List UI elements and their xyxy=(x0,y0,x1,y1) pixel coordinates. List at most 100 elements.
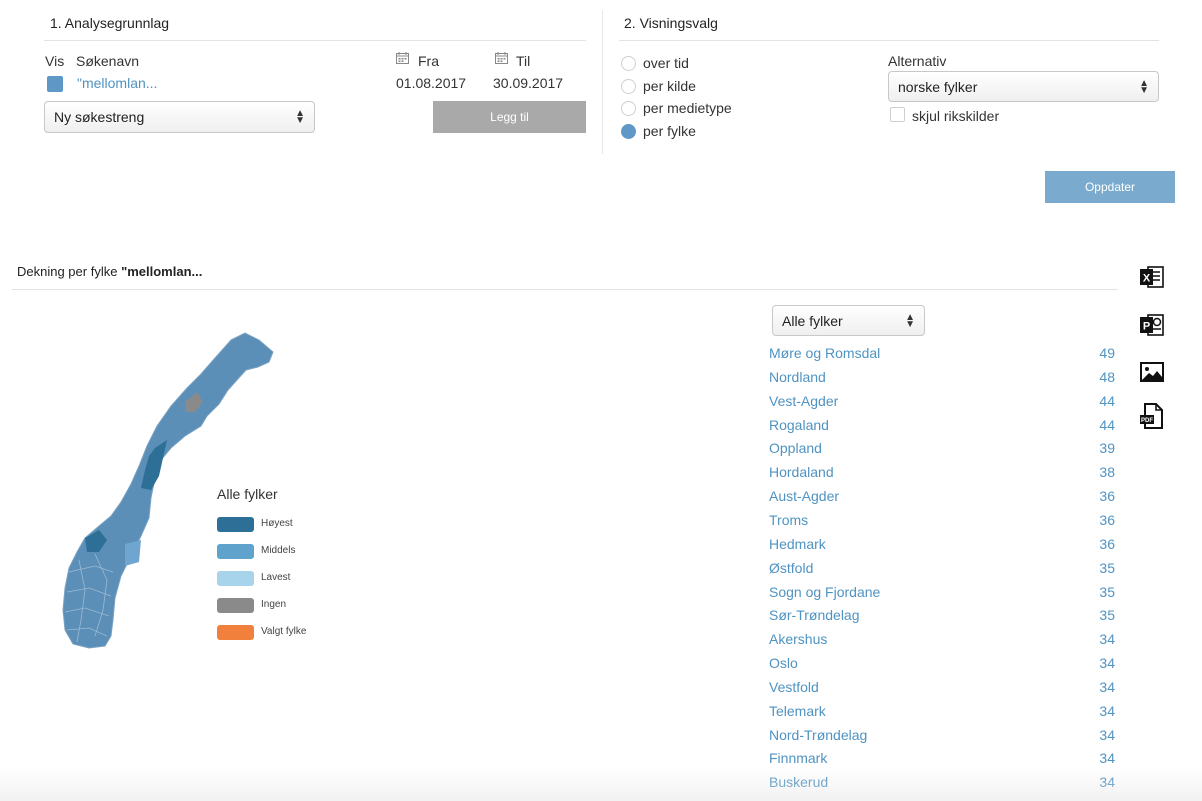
county-row[interactable]: Vest-Agder 44 xyxy=(769,393,1115,417)
county-name-link[interactable]: Sør-Trøndelag xyxy=(769,607,860,623)
svg-text:PDF: PDF xyxy=(1141,418,1153,424)
view-section-title: 2. Visningsvalg xyxy=(624,15,718,31)
powerpoint-icon[interactable]: P xyxy=(1139,312,1165,338)
county-count[interactable]: 35 xyxy=(1099,560,1115,576)
alternative-select-label: norske fylker xyxy=(898,78,978,95)
county-name-link[interactable]: Aust-Agder xyxy=(769,488,839,504)
hide-national-sources-label[interactable]: skjul rikskilder xyxy=(912,108,999,124)
county-row[interactable]: Hedmark 36 xyxy=(769,536,1115,560)
county-count[interactable]: 49 xyxy=(1099,345,1115,361)
to-column-label: Til xyxy=(516,53,531,69)
county-count[interactable]: 39 xyxy=(1099,440,1115,456)
county-name-link[interactable]: Hedmark xyxy=(769,536,826,552)
county-name-link[interactable]: Nord-Trøndelag xyxy=(769,727,867,743)
county-name-link[interactable]: Hordaland xyxy=(769,464,834,480)
county-row[interactable]: Hordaland 38 xyxy=(769,464,1115,488)
county-row[interactable]: Rogaland 44 xyxy=(769,417,1115,441)
radio-over-tid[interactable] xyxy=(621,56,636,71)
county-row[interactable]: Oslo 34 xyxy=(769,655,1115,679)
county-name-link[interactable]: Akershus xyxy=(769,631,827,647)
legend-label-selected: Valgt fylke xyxy=(261,626,307,637)
county-row[interactable]: Sogn og Fjordane 35 xyxy=(769,584,1115,608)
county-name-link[interactable]: Østfold xyxy=(769,560,813,576)
update-button[interactable]: Oppdater xyxy=(1045,171,1175,203)
pdf-icon[interactable]: PDF xyxy=(1139,403,1165,429)
county-row[interactable]: Telemark 34 xyxy=(769,703,1115,727)
county-name-link[interactable]: Troms xyxy=(769,512,808,528)
county-count[interactable]: 35 xyxy=(1099,607,1115,623)
legend-label-none: Ingen xyxy=(261,599,287,610)
county-name-link[interactable]: Vest-Agder xyxy=(769,393,838,409)
county-count[interactable]: 36 xyxy=(1099,512,1115,528)
county-count[interactable]: 38 xyxy=(1099,464,1115,480)
county-row[interactable]: Sør-Trøndelag 35 xyxy=(769,607,1115,631)
county-row[interactable]: Vestfold 34 xyxy=(769,679,1115,703)
hide-national-sources-checkbox[interactable] xyxy=(890,107,905,122)
query-visibility-toggle[interactable] xyxy=(47,76,63,92)
select-arrows-icon: ▲ ▼ xyxy=(1139,77,1149,96)
option-over-tid-label[interactable]: over tid xyxy=(643,55,689,71)
legend-label-lowest: Lavest xyxy=(261,572,291,583)
county-row[interactable]: Nord-Trøndelag 34 xyxy=(769,727,1115,751)
query-name-link[interactable]: "mellomlan... xyxy=(77,75,157,91)
alternative-label: Alternativ xyxy=(888,53,947,69)
county-name-link[interactable]: Oslo xyxy=(769,655,798,671)
alternative-select[interactable]: norske fylker ▲ ▼ xyxy=(888,71,1159,102)
calendar-icon xyxy=(495,52,508,64)
section-divider xyxy=(602,10,603,154)
county-name-link[interactable]: Oppland xyxy=(769,440,822,456)
county-name-link[interactable]: Rogaland xyxy=(769,417,829,433)
from-column-label: Fra xyxy=(418,53,439,69)
to-date-value[interactable]: 30.09.2017 xyxy=(493,75,563,91)
county-name-link[interactable]: Nordland xyxy=(769,369,826,385)
map-middle-region xyxy=(125,540,141,566)
legend-swatch-lowest xyxy=(217,571,254,586)
legend-label-middle: Middels xyxy=(261,545,296,556)
legend-swatch-highest xyxy=(217,517,254,532)
county-filter-select-label: Alle fylker xyxy=(782,312,843,329)
county-row[interactable]: Østfold 35 xyxy=(769,560,1115,584)
result-title: Dekning per fylke "mellomlan... xyxy=(17,264,202,279)
new-query-select[interactable]: Ny søkestreng ▲ ▼ xyxy=(44,101,315,133)
county-count[interactable]: 34 xyxy=(1099,679,1115,695)
radio-per-kilde[interactable] xyxy=(621,79,636,94)
county-row[interactable]: Oppland 39 xyxy=(769,440,1115,464)
county-count[interactable]: 34 xyxy=(1099,750,1115,766)
county-row[interactable]: Troms 36 xyxy=(769,512,1115,536)
image-icon[interactable] xyxy=(1139,359,1165,385)
legend-swatch-middle xyxy=(217,544,254,559)
county-count[interactable]: 36 xyxy=(1099,488,1115,504)
county-count[interactable]: 34 xyxy=(1099,655,1115,671)
option-per-medietype-label[interactable]: per medietype xyxy=(643,100,732,116)
county-count[interactable]: 34 xyxy=(1099,703,1115,719)
county-filter-select[interactable]: Alle fylker ▲ ▼ xyxy=(772,305,925,336)
view-divider xyxy=(619,40,1159,41)
option-per-kilde-label[interactable]: per kilde xyxy=(643,78,696,94)
option-per-fylke-label[interactable]: per fylke xyxy=(643,123,696,139)
county-row[interactable]: Møre og Romsdal 49 xyxy=(769,345,1115,369)
from-date-value[interactable]: 01.08.2017 xyxy=(396,75,466,91)
county-count[interactable]: 35 xyxy=(1099,584,1115,600)
excel-icon[interactable]: X xyxy=(1139,264,1165,290)
search-name-column-label: Søkenavn xyxy=(76,53,140,69)
analysis-section-title: 1. Analysegrunnlag xyxy=(50,15,170,31)
county-row[interactable]: Nordland 48 xyxy=(769,369,1115,393)
county-row[interactable]: Aust-Agder 36 xyxy=(769,488,1115,512)
county-name-link[interactable]: Møre og Romsdal xyxy=(769,345,880,361)
county-count[interactable]: 44 xyxy=(1099,393,1115,409)
vis-column-label: Vis xyxy=(45,53,65,69)
legend-title: Alle fylker xyxy=(217,486,278,502)
county-count[interactable]: 48 xyxy=(1099,369,1115,385)
radio-per-medietype[interactable] xyxy=(621,101,636,116)
county-name-link[interactable]: Vestfold xyxy=(769,679,819,695)
county-name-link[interactable]: Telemark xyxy=(769,703,826,719)
county-name-link[interactable]: Finnmark xyxy=(769,750,827,766)
radio-per-fylke[interactable] xyxy=(621,124,636,139)
county-count[interactable]: 44 xyxy=(1099,417,1115,433)
county-count[interactable]: 36 xyxy=(1099,536,1115,552)
add-button[interactable]: Legg til xyxy=(433,101,586,133)
county-count[interactable]: 34 xyxy=(1099,727,1115,743)
county-row[interactable]: Akershus 34 xyxy=(769,631,1115,655)
county-count[interactable]: 34 xyxy=(1099,631,1115,647)
county-name-link[interactable]: Sogn og Fjordane xyxy=(769,584,880,600)
